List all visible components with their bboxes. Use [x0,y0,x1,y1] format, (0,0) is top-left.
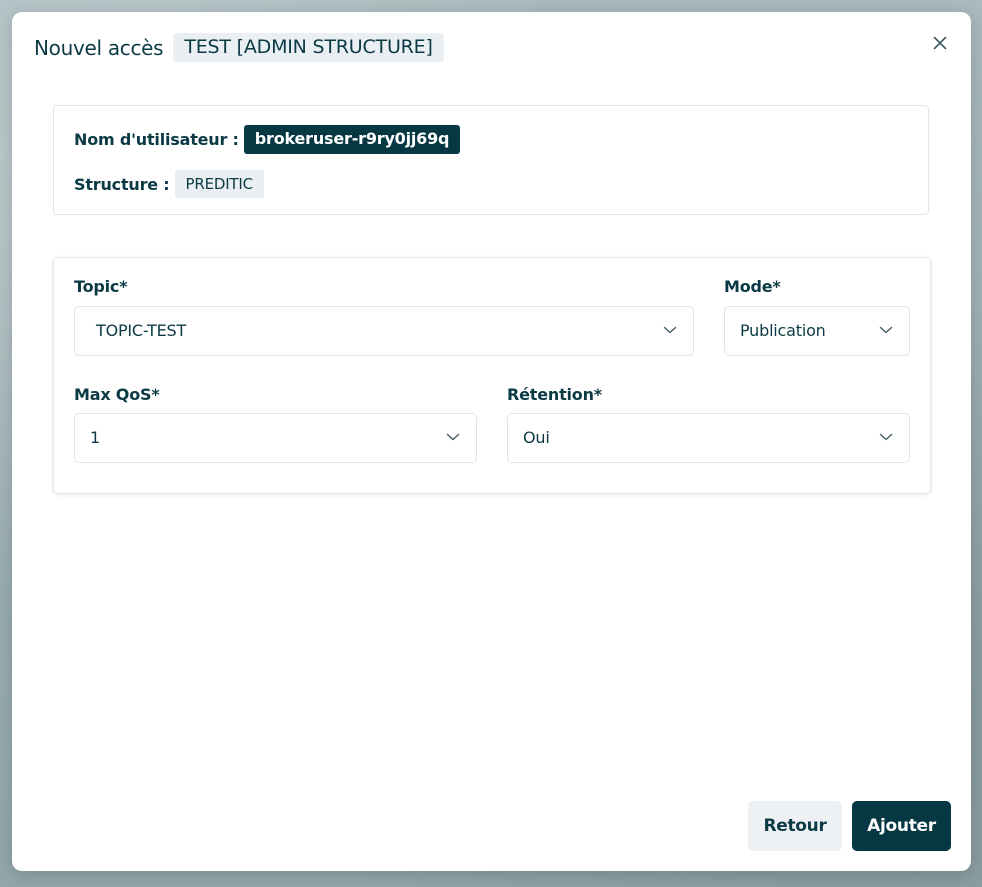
dialog-title-tag: TEST [ADMIN STRUCTURE] [173,33,444,62]
dialog-header: Nouvel accès TEST [ADMIN STRUCTURE] [34,33,444,62]
dialog-title: Nouvel accès [34,35,164,60]
chevron-down-icon [446,433,460,441]
access-form-card: Topic* TOPIC-TEST Mode* Publication Max … [53,257,931,494]
max-qos-label: Max QoS* [74,385,160,404]
add-button[interactable]: Ajouter [852,801,951,851]
mode-select[interactable]: Publication [724,306,910,356]
retention-select-value: Oui [523,428,550,447]
username-label: Nom d'utilisateur : [74,130,239,149]
close-button[interactable] [929,32,951,54]
topic-select[interactable]: TOPIC-TEST [74,306,694,356]
chevron-down-icon [663,326,677,334]
chevron-down-icon [879,433,893,441]
back-button[interactable]: Retour [748,801,842,851]
structure-badge: PREDITIC [174,170,264,198]
username-badge: brokeruser-r9ry0jj69q [243,125,461,154]
chevron-down-icon [879,326,893,334]
max-qos-select[interactable]: 1 [74,413,477,463]
mode-label: Mode* [724,277,781,296]
topic-label: Topic* [74,277,128,296]
topic-select-value: TOPIC-TEST [96,321,187,340]
max-qos-select-value: 1 [90,428,100,447]
retention-label: Rétention* [507,385,602,404]
retention-select[interactable]: Oui [507,413,910,463]
close-icon [933,36,947,50]
new-access-dialog: Nouvel accès TEST [ADMIN STRUCTURE] Nom … [12,12,971,871]
structure-label: Structure : [74,174,170,194]
mode-select-value: Publication [740,321,826,340]
structure-row: Structure : PREDITIC [74,170,264,198]
username-row: Nom d'utilisateur : brokeruser-r9ry0jj69… [74,125,461,154]
user-info-card: Nom d'utilisateur : brokeruser-r9ry0jj69… [53,105,929,215]
